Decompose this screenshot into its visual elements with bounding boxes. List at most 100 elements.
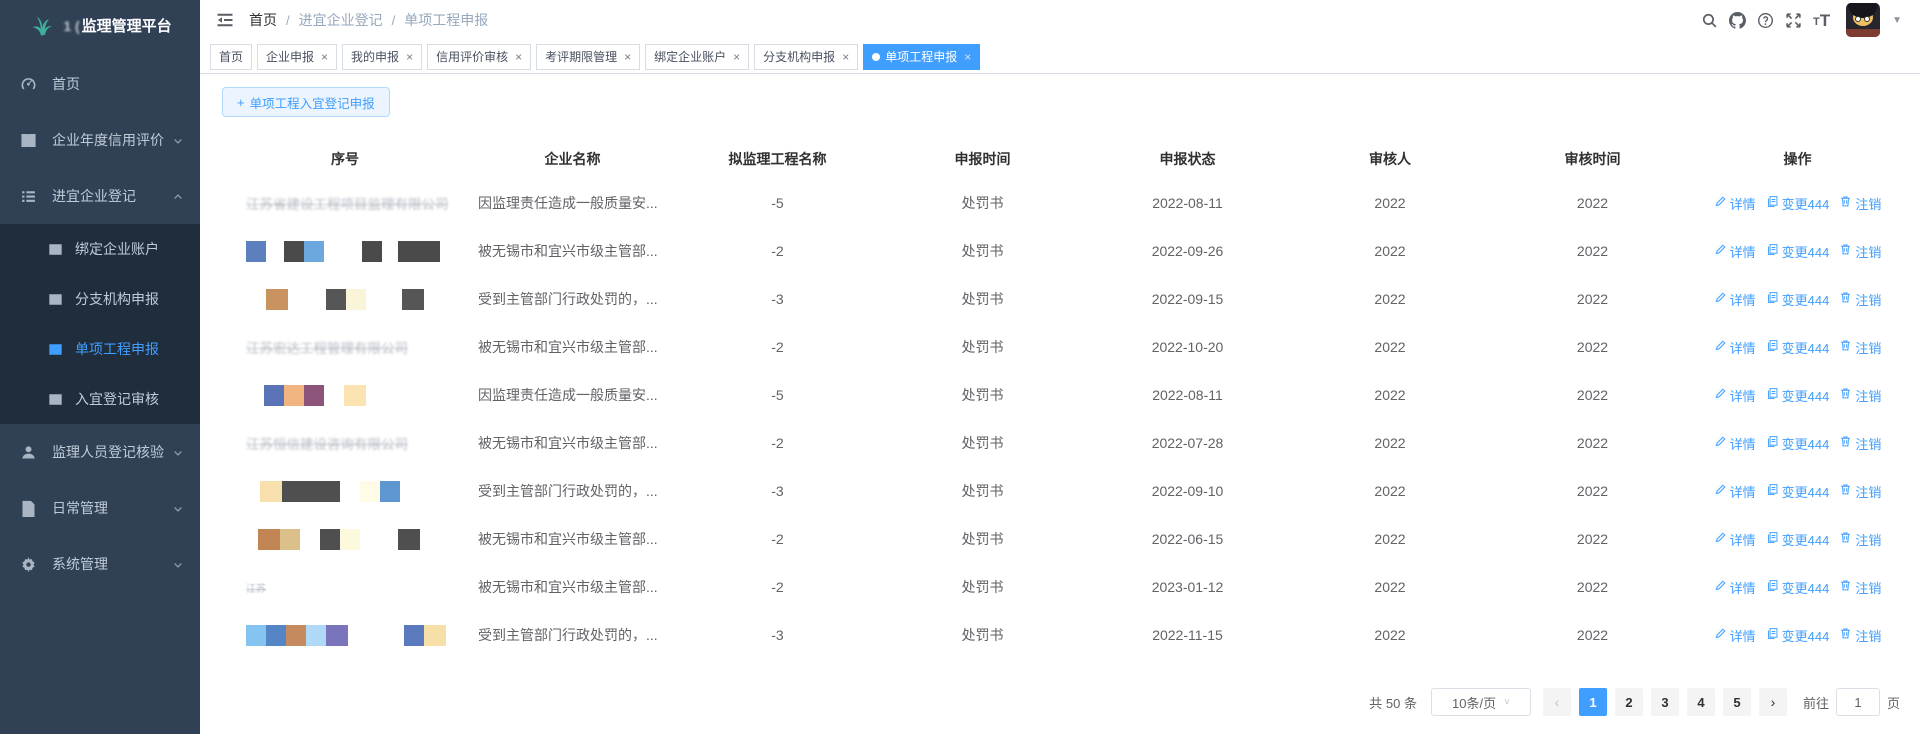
page-button-4[interactable]: 4 [1687,688,1715,716]
app-title: 1 (监理管理平台 [63,15,171,36]
注销-link[interactable]: 注销 [1839,626,1881,645]
tab-分支机构申报[interactable]: 分支机构申报 × [754,44,858,70]
font-size-icon[interactable]: TT [1813,12,1830,29]
sidebar-item-监理人员登记核验[interactable]: 监理人员登记核验 [0,424,200,480]
column-header: 操作 [1695,149,1900,169]
详情-link[interactable]: 详情 [1714,482,1756,501]
tab-信用评价审核[interactable]: 信用评价审核 × [427,44,531,70]
cell-project: -5 [675,387,880,403]
详情-link[interactable]: 详情 [1714,578,1756,597]
注销-link[interactable]: 注销 [1839,194,1881,213]
edit-icon [1714,531,1727,547]
page-button-1[interactable]: 1 [1579,688,1607,716]
cell-audit-time: 2022 [1490,339,1695,355]
close-icon[interactable]: × [321,51,328,63]
变更444-link[interactable]: 变更444 [1766,626,1830,645]
close-icon[interactable]: × [515,51,522,63]
cell-project: -2 [675,579,880,595]
close-icon[interactable]: × [842,51,849,63]
cell-company: 因监理责任造成一般质量安... [470,193,675,213]
avatar[interactable] [1846,3,1880,37]
详情-link[interactable]: 详情 [1714,434,1756,453]
变更444-link[interactable]: 变更444 [1766,338,1830,357]
close-icon[interactable]: × [733,51,740,63]
tab-首页[interactable]: 首页 [210,44,252,70]
详情-link[interactable]: 详情 [1714,386,1756,405]
help-icon[interactable] [1757,11,1775,29]
注销-link[interactable]: 注销 [1839,242,1881,261]
redacted-text: 江苏宏达工程管理有限公司 [246,337,408,357]
注销-link[interactable]: 注销 [1839,290,1881,309]
page-button-2[interactable]: 2 [1615,688,1643,716]
变更444-link[interactable]: 变更444 [1766,386,1830,405]
tab-考评期限管理[interactable]: 考评期限管理 × [536,44,640,70]
page-button-3[interactable]: 3 [1651,688,1679,716]
close-icon[interactable]: × [964,51,971,63]
变更444-link[interactable]: 变更444 [1766,242,1830,261]
注销-link[interactable]: 注销 [1839,482,1881,501]
fullscreen-icon[interactable] [1785,11,1803,29]
sidebar-item-分支机构申报[interactable]: 分支机构申报 [0,274,200,324]
sidebar-item-系统管理[interactable]: 系统管理 [0,536,200,592]
cell-declare-time: 处罚书 [880,625,1085,645]
详情-link[interactable]: 详情 [1714,242,1756,261]
github-icon[interactable] [1729,11,1747,29]
page-size-select[interactable]: 10条/页 ˅ [1431,688,1531,716]
cell-audit-time: 2022 [1490,291,1695,307]
add-declaration-button[interactable]: + 单项工程入宜登记申报 [222,87,390,117]
page-button-5[interactable]: 5 [1723,688,1751,716]
search-icon[interactable] [1701,11,1719,29]
注销-link[interactable]: 注销 [1839,338,1881,357]
hamburger-icon[interactable] [215,10,235,30]
注销-link[interactable]: 注销 [1839,530,1881,549]
tab-我的申报[interactable]: 我的申报 × [342,44,422,70]
close-icon[interactable]: × [406,51,413,63]
cell-declare-status: 2022-06-15 [1085,531,1290,547]
变更444-link[interactable]: 变更444 [1766,290,1830,309]
breadcrumb-item[interactable]: 首页 [249,10,277,30]
close-icon[interactable]: × [624,51,631,63]
sidebar-item-进宜企业登记[interactable]: 进宜企业登记 [0,168,200,224]
chevron-down-icon [172,134,184,146]
cell-auditor: 2022 [1290,387,1490,403]
变更444-link[interactable]: 变更444 [1766,194,1830,213]
table-row: 受到主管部门行政处罚的，... -3 处罚书 2022-11-15 2022 2… [220,611,1900,659]
cell-actions: 详情变更444 注销 [1695,434,1900,453]
column-header: 拟监理工程名称 [675,149,880,169]
变更444-link[interactable]: 变更444 [1766,434,1830,453]
sidebar-item-绑定企业账户[interactable]: 绑定企业账户 [0,224,200,274]
详情-link[interactable]: 详情 [1714,338,1756,357]
cell-project: -2 [675,531,880,547]
next-page-button[interactable]: › [1759,688,1787,716]
注销-link[interactable]: 注销 [1839,578,1881,597]
delete-icon [1839,387,1852,403]
goto-page-input[interactable] [1836,688,1880,716]
tab-绑定企业账户[interactable]: 绑定企业账户 × [645,44,749,70]
sidebar-item-日常管理[interactable]: 日常管理 [0,480,200,536]
sidebar-item-入宜登记审核[interactable]: 入宜登记审核 [0,374,200,424]
注销-link[interactable]: 注销 [1839,386,1881,405]
cell-company: 被无锡市和宜兴市级主管部... [470,241,675,261]
sidebar-item-企业年度信用评价[interactable]: 企业年度信用评价 [0,112,200,168]
注销-link[interactable]: 注销 [1839,434,1881,453]
cell-declare-status: 2023-01-12 [1085,579,1290,595]
edit-icon [1714,195,1727,211]
sidebar-item-label: 监理人员登记核验 [52,442,164,462]
详情-link[interactable]: 详情 [1714,530,1756,549]
sidebar-item-单项工程申报[interactable]: 单项工程申报 [0,324,200,374]
cell-actions: 详情变更444 注销 [1695,482,1900,501]
chevron-down-icon[interactable]: ▼ [1892,15,1902,26]
详情-link[interactable]: 详情 [1714,194,1756,213]
redacted-text: 江苏省建设工程项目监理有限公司 [246,193,449,213]
sidebar-item-首页[interactable]: 首页 [0,56,200,112]
变更444-link[interactable]: 变更444 [1766,482,1830,501]
详情-link[interactable]: 详情 [1714,626,1756,645]
tab-企业申报[interactable]: 企业申报 × [257,44,337,70]
redacted-mosaic [246,481,400,502]
详情-link[interactable]: 详情 [1714,290,1756,309]
plus-icon: + [237,95,245,110]
breadcrumb-separator: / [286,13,290,28]
变更444-link[interactable]: 变更444 [1766,578,1830,597]
变更444-link[interactable]: 变更444 [1766,530,1830,549]
tab-单项工程申报[interactable]: 单项工程申报 × [863,44,980,70]
